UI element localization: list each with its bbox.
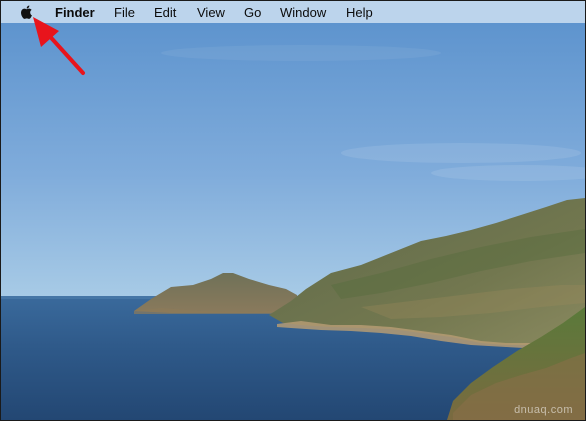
watermark: dnuaq.com [514, 404, 573, 416]
annotation-arrow-icon [33, 17, 85, 75]
screen: Finder File Edit View Go Window Help dnu… [0, 0, 586, 421]
